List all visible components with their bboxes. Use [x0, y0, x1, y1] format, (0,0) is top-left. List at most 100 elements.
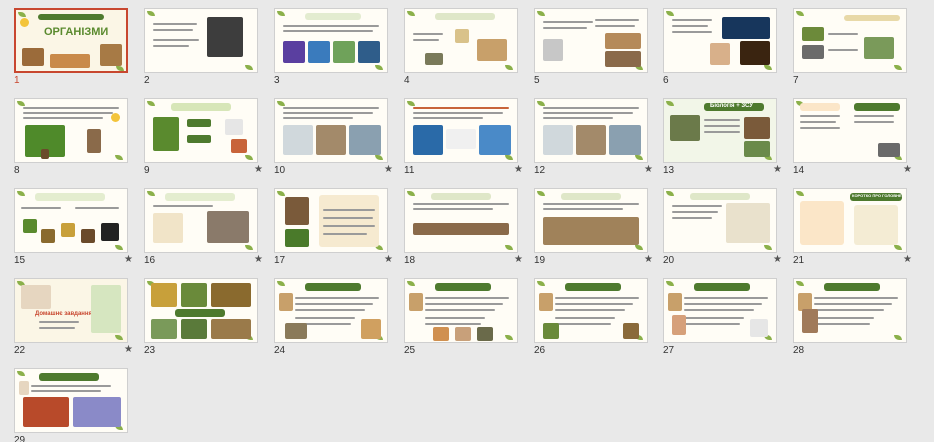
slide-thumbnail[interactable] — [274, 98, 388, 163]
slide-thumbnail-cell[interactable]: 9 ★ — [144, 98, 266, 182]
slide-thumbnail-cell[interactable]: 4 — [404, 8, 526, 92]
leaf-decoration — [115, 155, 123, 160]
slide-image — [308, 41, 330, 63]
slide-thumbnail-cell[interactable]: 20 ★ — [663, 188, 785, 272]
text-line — [323, 233, 367, 235]
slide-image — [283, 41, 305, 63]
slide-thumbnail-cell[interactable]: 8 — [14, 98, 136, 182]
slide-thumbnail-cell[interactable]: 3 — [274, 8, 396, 92]
slide-number: 27 — [663, 345, 675, 356]
slide-thumbnail[interactable] — [534, 188, 648, 253]
slide-thumbnail-cell[interactable]: ОРГАНІЗМИ 1 — [14, 8, 136, 92]
slide-image — [285, 323, 307, 339]
slide-thumbnail[interactable] — [534, 98, 648, 163]
slide-thumbnail[interactable] — [793, 8, 907, 73]
slide-thumbnail[interactable] — [274, 188, 388, 253]
slide-image — [207, 17, 243, 57]
text-line — [413, 112, 503, 114]
slide-thumbnail-cell[interactable]: 28 — [793, 278, 915, 362]
slide-image — [672, 315, 686, 335]
slide-image — [455, 327, 471, 341]
text-line — [555, 323, 611, 325]
slide-thumbnail-cell[interactable]: 29 — [14, 368, 136, 442]
slide-thumbnail[interactable] — [14, 188, 128, 253]
slide-thumbnail-cell[interactable]: КОРОТКО ПРО ГОЛОВНЕ 21 ★ — [793, 188, 915, 272]
text-line — [425, 309, 495, 311]
slide-thumbnail-cell[interactable]: 12 ★ — [534, 98, 656, 182]
slide-image — [750, 319, 768, 337]
text-line — [595, 25, 635, 27]
slide-image — [231, 139, 247, 153]
leaf-decoration — [245, 65, 253, 70]
leaf-decoration — [17, 191, 25, 196]
slide-thumbnail[interactable] — [274, 278, 388, 343]
slide-number: 9 — [144, 165, 150, 176]
slide-thumbnail-cell[interactable]: 19 ★ — [534, 188, 656, 272]
slide-image — [285, 229, 309, 247]
slide-thumbnail-cell[interactable]: 15 ★ — [14, 188, 136, 272]
slide-thumbnail-cell[interactable]: 26 — [534, 278, 656, 362]
slide-thumbnail-cell[interactable]: 10 ★ — [274, 98, 396, 182]
text-line — [153, 23, 197, 25]
slide-thumbnail-cell[interactable]: 7 — [793, 8, 915, 92]
text-line — [672, 205, 722, 207]
slide-image — [744, 117, 770, 139]
slide-image — [211, 283, 251, 307]
slide-image — [543, 39, 563, 61]
slide-thumbnail-cell[interactable]: Домашнє завдання 22 ★ — [14, 278, 136, 362]
slide-number: 4 — [404, 75, 410, 86]
slide-thumbnail[interactable] — [534, 278, 648, 343]
slide-thumbnail[interactable] — [144, 98, 258, 163]
slide-thumbnail-cell[interactable]: Біологія + ЗСУ 13 ★ — [663, 98, 785, 182]
slide-thumbnail[interactable] — [404, 98, 518, 163]
slide-image — [358, 41, 380, 63]
slide-thumbnail[interactable] — [144, 8, 258, 73]
slide-thumbnail[interactable] — [663, 278, 777, 343]
slide-image — [609, 125, 641, 155]
slide-image — [41, 149, 49, 159]
slide-thumbnail[interactable] — [793, 98, 907, 163]
slide-thumbnail[interactable] — [14, 368, 128, 433]
slide-number: 8 — [14, 165, 20, 176]
text-line — [295, 297, 379, 299]
slide-thumbnail-cell[interactable]: 17 ★ — [274, 188, 396, 272]
slide-thumbnail-cell[interactable]: 11 ★ — [404, 98, 526, 182]
slide-thumbnail[interactable] — [793, 278, 907, 343]
slide-thumbnail[interactable] — [274, 8, 388, 73]
slide-thumbnail-cell[interactable]: 2 — [144, 8, 266, 92]
slide-thumbnail-cell[interactable]: 14 ★ — [793, 98, 915, 182]
slide-thumbnail[interactable] — [404, 8, 518, 73]
slide-thumbnail[interactable] — [663, 188, 777, 253]
text-line — [31, 390, 101, 392]
slide-thumbnail[interactable] — [14, 98, 128, 163]
slide-thumbnail[interactable] — [404, 278, 518, 343]
slide-thumbnail-cell[interactable]: 25 — [404, 278, 526, 362]
slide-thumbnail-cell[interactable]: 24 — [274, 278, 396, 362]
slide-thumbnail[interactable]: КОРОТКО ПРО ГОЛОВНЕ — [793, 188, 907, 253]
slide-thumbnail[interactable]: Домашнє завдання — [14, 278, 128, 343]
text-line — [672, 211, 718, 213]
slide-thumbnail-cell[interactable]: 23 — [144, 278, 266, 362]
slide-thumbnail-cell[interactable]: 6 — [663, 8, 785, 92]
slide-thumbnail[interactable] — [663, 8, 777, 73]
slide-number: 26 — [534, 345, 546, 356]
slide-image — [81, 229, 95, 243]
slide-image — [605, 51, 641, 67]
slide-thumbnail[interactable] — [144, 278, 258, 343]
slide-thumbnail[interactable] — [144, 188, 258, 253]
text-line — [39, 327, 75, 329]
slide-thumbnail[interactable] — [534, 8, 648, 73]
slide-thumbnail-cell[interactable]: 27 — [663, 278, 785, 362]
slide-image — [87, 129, 101, 153]
slide-thumbnail-cell[interactable]: 5 — [534, 8, 656, 92]
slide-thumbnail[interactable]: ОРГАНІЗМИ — [14, 8, 128, 73]
slide-thumbnail[interactable]: Біологія + ЗСУ — [663, 98, 777, 163]
text-line — [23, 107, 119, 109]
slide-image — [543, 323, 559, 339]
slide-number: 24 — [274, 345, 286, 356]
slide-thumbnail-cell[interactable]: 16 ★ — [144, 188, 266, 272]
slide-thumbnail-cell[interactable]: 18 ★ — [404, 188, 526, 272]
slide-thumbnail[interactable] — [404, 188, 518, 253]
animation-star-icon: ★ — [124, 254, 133, 265]
slide-image — [670, 115, 700, 141]
